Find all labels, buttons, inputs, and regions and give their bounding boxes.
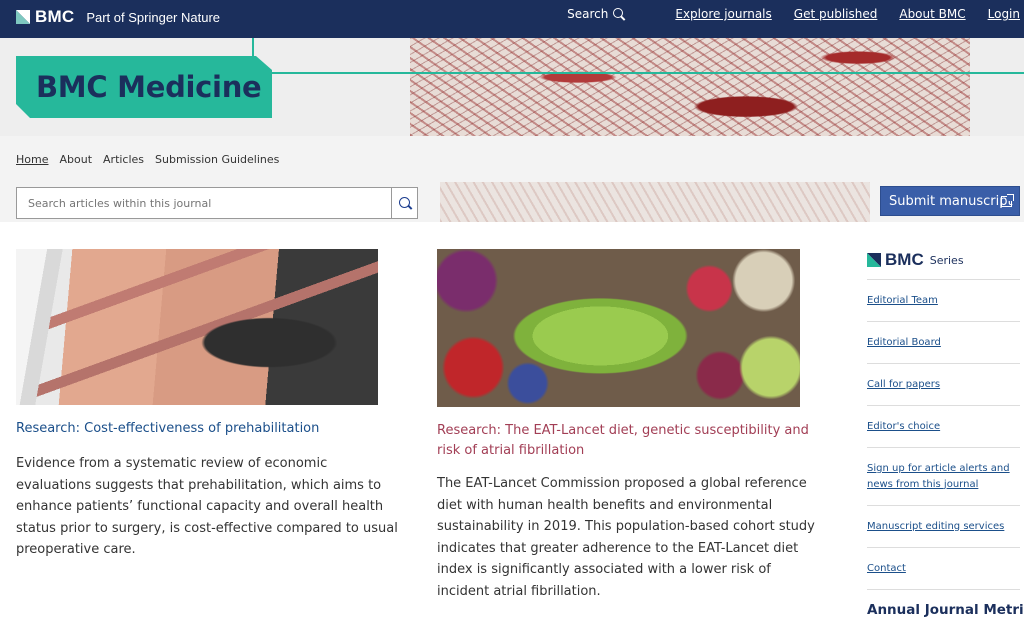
article-image-eat-lancet-diet[interactable] <box>437 249 800 407</box>
article-card: Research: The EAT-Lancet diet, genetic s… <box>437 249 832 603</box>
annual-journal-metrics-heading: Annual Journal Metrics <box>867 602 1024 618</box>
journal-search-button[interactable] <box>391 187 418 219</box>
journal-subnav: Home About Articles Submission Guideline… <box>0 136 1024 182</box>
logo-subtitle: Part of Springer Nature <box>86 9 221 25</box>
sidebar-link-alerts-signup[interactable]: Sign up for article alerts and news from… <box>867 448 1020 506</box>
article-headline[interactable]: Research: The EAT-Lancet diet, genetic s… <box>437 421 832 461</box>
sidebar-link-call-for-papers[interactable]: Call for papers <box>867 364 1020 406</box>
article-description: The EAT-Lancet Commission proposed a glo… <box>437 476 815 599</box>
bmc-logo[interactable]: BMC Part of Springer Nature <box>16 7 220 27</box>
bmc-series-logo[interactable]: BMC Series <box>867 250 1020 270</box>
nav-explore-journals[interactable]: Explore journals <box>675 7 771 21</box>
search-row: Submit manuscript <box>0 182 1024 222</box>
submit-manuscript-label: Submit manuscript <box>889 194 1013 209</box>
journal-banner: BMC Medicine <box>0 38 1024 136</box>
sidebar-links: Editorial Team Editorial Board Call for … <box>867 279 1020 590</box>
search-label: Search <box>567 7 609 21</box>
sidebar-link-editing-services[interactable]: Manuscript editing services <box>867 506 1020 548</box>
sidebar-link-editorial-board[interactable]: Editorial Board <box>867 322 1020 364</box>
series-logo-text: BMC <box>885 250 924 269</box>
submit-manuscript-button[interactable]: Submit manuscript <box>880 186 1020 216</box>
search-icon <box>613 8 625 20</box>
subnav-home[interactable]: Home <box>16 153 48 166</box>
banner-decor-line <box>252 72 1024 74</box>
top-bar: BMC Part of Springer Nature Search Explo… <box>0 0 1024 38</box>
journal-title-box[interactable]: BMC Medicine <box>16 56 272 118</box>
subnav-articles[interactable]: Articles <box>103 153 144 166</box>
search-row-background <box>440 182 870 222</box>
banner-image <box>410 38 970 136</box>
sidebar-link-editors-choice[interactable]: Editor's choice <box>867 406 1020 448</box>
nav-about-bmc[interactable]: About BMC <box>899 7 965 21</box>
bmc-logo-icon <box>867 253 881 267</box>
bmc-logo-icon <box>16 10 30 24</box>
sidebar-link-editorial-team[interactable]: Editorial Team <box>867 280 1020 322</box>
top-nav: Search Explore journals Get published Ab… <box>567 7 1020 21</box>
external-link-icon <box>1001 194 1014 207</box>
logo-text: BMC <box>35 7 75 26</box>
series-label: Series <box>929 253 964 267</box>
subnav-about[interactable]: About <box>59 153 92 166</box>
article-image-prehabilitation[interactable] <box>16 249 378 405</box>
search-button[interactable]: Search <box>567 7 625 21</box>
journal-search-input[interactable] <box>16 187 392 219</box>
nav-login[interactable]: Login <box>988 7 1020 21</box>
article-description: Evidence from a systematic review of eco… <box>16 456 398 558</box>
sidebar-link-contact[interactable]: Contact <box>867 548 1020 590</box>
article-card: Research: Cost-effectiveness of prehabil… <box>16 249 406 561</box>
nav-get-published[interactable]: Get published <box>794 7 878 21</box>
sidebar: BMC Series Editorial Team Editorial Boar… <box>867 250 1024 618</box>
article-headline[interactable]: Research: Cost-effectiveness of prehabil… <box>16 419 406 439</box>
search-icon <box>399 197 411 209</box>
subnav-submission-guidelines[interactable]: Submission Guidelines <box>155 153 279 166</box>
journal-title: BMC Medicine <box>36 70 262 104</box>
